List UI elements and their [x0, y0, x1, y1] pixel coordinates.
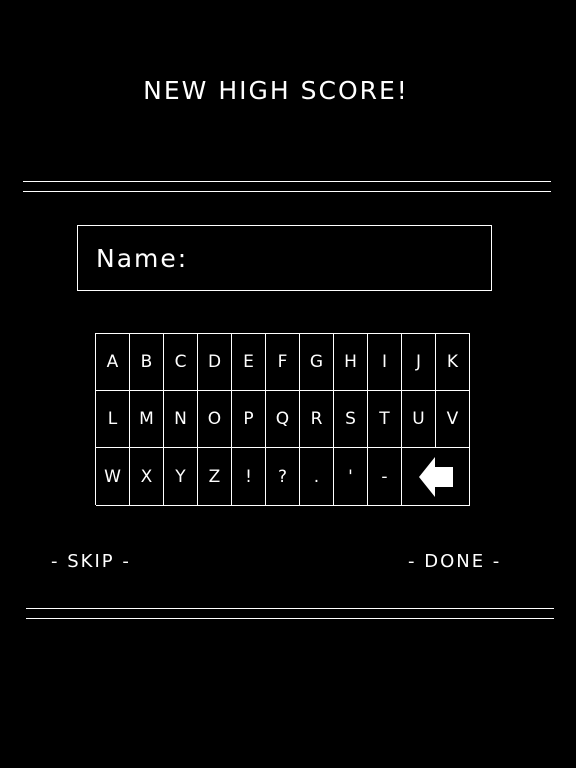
key-x[interactable]: X: [130, 448, 164, 506]
key-v[interactable]: V: [436, 391, 470, 448]
key-symbol[interactable]: !: [232, 448, 266, 506]
key-z[interactable]: Z: [198, 448, 232, 506]
key-o[interactable]: O: [198, 391, 232, 448]
key-symbol[interactable]: .: [300, 448, 334, 506]
key-label: A: [106, 352, 119, 372]
key-label: Y: [175, 466, 186, 487]
key-label: M: [139, 409, 154, 429]
key-b[interactable]: B: [130, 334, 164, 391]
key-symbol[interactable]: ?: [266, 448, 300, 506]
skip-button[interactable]: - SKIP -: [51, 551, 131, 572]
name-label: Name:: [96, 244, 189, 273]
key-r[interactable]: R: [300, 391, 334, 448]
left-arrow-icon: [418, 455, 453, 499]
page-title: NEW HIGH SCORE!: [143, 76, 409, 105]
key-u[interactable]: U: [402, 391, 436, 448]
key-label: B: [140, 352, 153, 372]
key-n[interactable]: N: [164, 391, 198, 448]
key-label: J: [415, 352, 421, 372]
key-label: S: [345, 409, 356, 429]
key-p[interactable]: P: [232, 391, 266, 448]
key-label: I: [381, 352, 387, 372]
key-label: W: [104, 466, 121, 487]
key-label: H: [344, 352, 357, 372]
key-label: N: [174, 409, 187, 429]
key-label: Z: [208, 466, 221, 487]
key-symbol[interactable]: ': [334, 448, 368, 506]
key-label: Q: [275, 409, 290, 429]
key-l[interactable]: L: [96, 391, 130, 448]
key-label: X: [140, 466, 153, 487]
key-d[interactable]: D: [198, 334, 232, 391]
key-label: F: [277, 352, 288, 372]
key-f[interactable]: F: [266, 334, 300, 391]
key-label: P: [243, 409, 254, 429]
key-q[interactable]: Q: [266, 391, 300, 448]
bottom-divider-line-1: [26, 608, 554, 609]
key-k[interactable]: K: [436, 334, 470, 391]
key-symbol[interactable]: -: [368, 448, 402, 506]
key-g[interactable]: G: [300, 334, 334, 391]
top-divider-line-1: [23, 181, 551, 182]
on-screen-keyboard: A B C D E F G H I J K L M N O P Q R S T U V W X Y Z!?. ' -: [95, 333, 470, 506]
key-j[interactable]: J: [402, 334, 436, 391]
key-label: -: [381, 466, 388, 487]
key-label: !: [245, 466, 252, 487]
key-label: .: [313, 466, 320, 487]
key-label: L: [107, 409, 118, 429]
name-field[interactable]: Name:: [77, 225, 492, 291]
key-h[interactable]: H: [334, 334, 368, 391]
bottom-divider-line-2: [26, 618, 554, 619]
key-label: G: [309, 352, 324, 372]
key-label: ': [348, 466, 353, 487]
key-label: U: [412, 409, 425, 429]
key-label: E: [243, 352, 254, 372]
key-e[interactable]: E: [232, 334, 266, 391]
done-button[interactable]: - DONE -: [408, 551, 501, 572]
key-label: ?: [277, 466, 288, 487]
backspace-key[interactable]: [402, 448, 470, 506]
key-s[interactable]: S: [334, 391, 368, 448]
key-a[interactable]: A: [96, 334, 130, 391]
key-label: D: [207, 352, 222, 372]
top-divider-line-2: [23, 191, 551, 192]
key-w[interactable]: W: [96, 448, 130, 506]
key-label: R: [310, 409, 323, 429]
key-label: C: [174, 352, 187, 372]
key-m[interactable]: M: [130, 391, 164, 448]
key-c[interactable]: C: [164, 334, 198, 391]
key-label: V: [446, 409, 459, 429]
key-y[interactable]: Y: [164, 448, 198, 506]
key-i[interactable]: I: [368, 334, 402, 391]
key-label: K: [446, 352, 459, 372]
key-label: T: [379, 409, 390, 429]
key-t[interactable]: T: [368, 391, 402, 448]
key-label: O: [207, 409, 222, 429]
